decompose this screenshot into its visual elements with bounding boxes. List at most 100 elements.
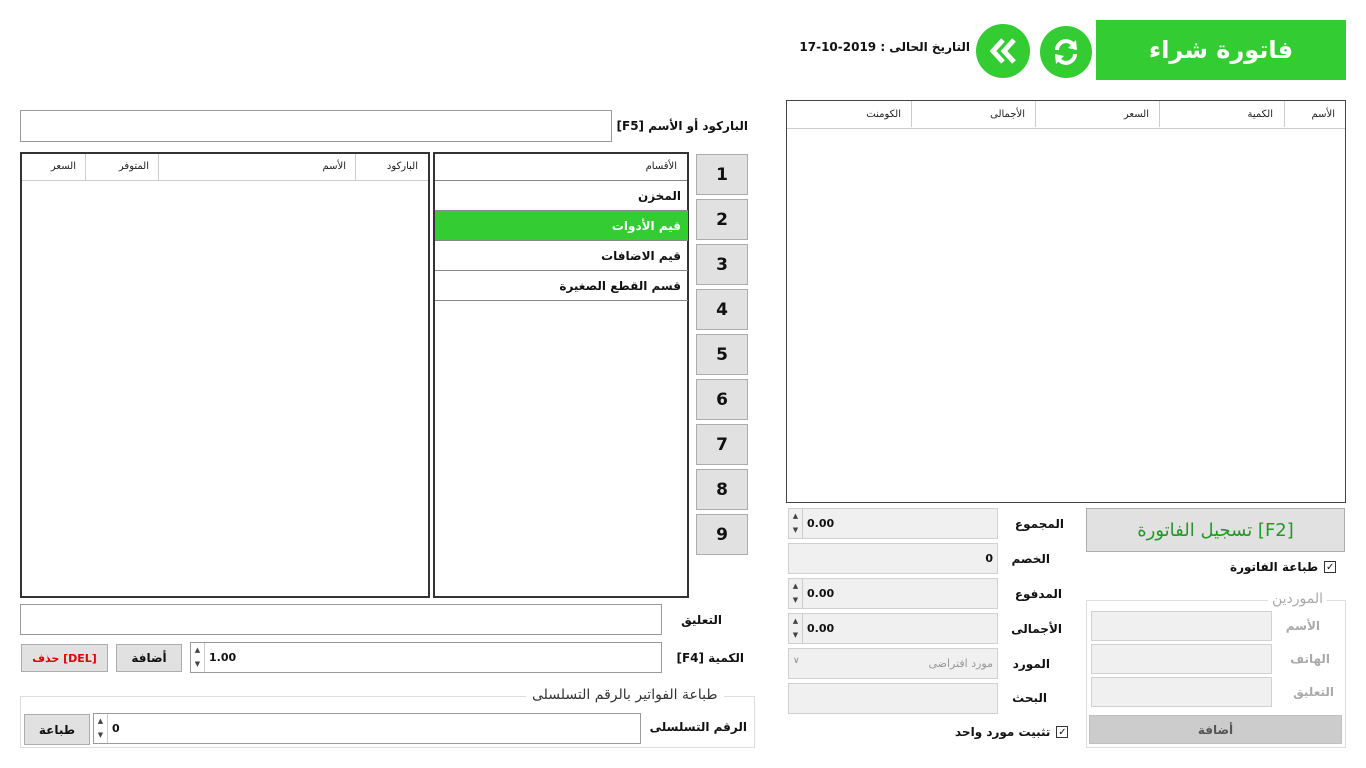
print-button[interactable]: طباعة xyxy=(24,714,90,745)
products-table[interactable]: الباركود الأسم المتوفر السعر xyxy=(20,152,430,598)
numpad-button-8[interactable]: 8 xyxy=(696,469,748,510)
discount-label: الخصم xyxy=(1011,552,1050,566)
category-label: المخزن xyxy=(637,188,681,203)
comment-label: التعليق xyxy=(681,613,722,627)
quantity-value: 1.00 xyxy=(209,651,237,664)
check-icon[interactable]: ✓ xyxy=(1056,726,1069,738)
spin-down-icon[interactable]: ▼ xyxy=(789,629,802,644)
col-price: السعر xyxy=(50,161,76,172)
numpad-button-6[interactable]: 6 xyxy=(696,379,748,420)
supplier-comment-label: التعليق xyxy=(1293,685,1334,699)
refresh-button[interactable] xyxy=(1040,26,1092,78)
col-price: السعر xyxy=(1123,109,1149,120)
spin-up-icon[interactable]: ▲ xyxy=(94,714,107,729)
register-invoice-button[interactable]: تسجيل الفاتورة [F2] xyxy=(1086,508,1345,552)
discount-field[interactable]: 0 xyxy=(788,543,998,574)
supplier-phone-label: الهاتف xyxy=(1290,652,1330,666)
supplier-value: مورد افتراضى xyxy=(928,657,993,670)
fix-supplier-label: تثبيت مورد واحد xyxy=(955,725,1051,739)
paid-label: المدفوع xyxy=(1014,587,1062,601)
numpad-button-5[interactable]: 5 xyxy=(696,334,748,375)
total-value: 0.00 xyxy=(807,622,835,635)
sum-spinner[interactable]: ▲ ▼ xyxy=(789,509,803,538)
discount-value: 0 xyxy=(985,552,993,565)
supplier-phone-input[interactable] xyxy=(1091,644,1272,674)
serial-label: الرقم التسلسلى xyxy=(649,720,747,734)
add-button[interactable]: أضافة xyxy=(116,644,182,672)
col-name: الأسم xyxy=(322,161,346,172)
invoice-table-header: الأسم الكمية السعر الأجمالى الكومنت xyxy=(787,101,1345,129)
categories-header-label: الأقسام xyxy=(645,161,677,172)
print-invoice-checkbox[interactable]: طباعة الفاتورة ✓ xyxy=(1230,560,1337,574)
print-invoice-label: طباعة الفاتورة xyxy=(1230,560,1319,574)
quantity-label: الكمية [F4] xyxy=(676,651,744,665)
quantity-spinner[interactable]: ▲ ▼ xyxy=(191,643,205,672)
serial-value: 0 xyxy=(112,722,120,735)
comment-input[interactable] xyxy=(20,604,662,635)
category-label: قيم الأدوات xyxy=(611,218,681,233)
double-chevron-left-icon xyxy=(989,38,1016,64)
page-title: فاتورة شراء xyxy=(1148,36,1294,64)
supplier-name-label: الأسم xyxy=(1285,619,1320,633)
category-label: قيم الاضافات xyxy=(601,248,681,263)
supplier-select[interactable]: ∨ مورد افتراضى xyxy=(788,648,998,679)
spin-up-icon[interactable]: ▲ xyxy=(789,579,802,594)
suppliers-legend: الموردين xyxy=(1268,591,1328,607)
spin-down-icon[interactable]: ▼ xyxy=(789,524,802,539)
numpad-button-7[interactable]: 7 xyxy=(696,424,748,465)
chevron-down-icon: ∨ xyxy=(793,656,800,666)
col-comment: الكومنت xyxy=(866,109,901,120)
products-table-header: الباركود الأسم المتوفر السعر xyxy=(22,154,428,181)
supplier-search-label: البحث xyxy=(1012,691,1047,705)
numpad-button-4[interactable]: 4 xyxy=(696,289,748,330)
total-label: الأجمالى xyxy=(1011,622,1062,636)
col-quantity: الكمية xyxy=(1247,109,1273,120)
sum-value: 0.00 xyxy=(807,517,835,530)
categories-header: الأقسام xyxy=(435,154,687,181)
supplier-label: المورد xyxy=(1012,657,1050,671)
supplier-add-button[interactable]: أضافة xyxy=(1089,715,1342,744)
back-button[interactable] xyxy=(976,24,1030,78)
numpad-button-9[interactable]: 9 xyxy=(696,514,748,555)
numpad-button-3[interactable]: 3 xyxy=(696,244,748,285)
fix-supplier-checkbox[interactable]: تثبيت مورد واحد ✓ xyxy=(955,725,1069,739)
numpad-button-2[interactable]: 2 xyxy=(696,199,748,240)
spin-up-icon[interactable]: ▲ xyxy=(789,509,802,524)
spin-up-icon[interactable]: ▲ xyxy=(191,643,204,658)
supplier-search-input[interactable] xyxy=(788,683,998,714)
check-icon[interactable]: ✓ xyxy=(1324,561,1337,573)
paid-spinner[interactable]: ▲ ▼ xyxy=(789,579,803,608)
invoice-table[interactable]: الأسم الكمية السعر الأجمالى الكومنت xyxy=(786,100,1346,503)
total-spinner[interactable]: ▲ ▼ xyxy=(789,614,803,643)
search-input[interactable] xyxy=(20,110,612,142)
category-label: قسم القطع الصغيرة xyxy=(559,278,681,293)
search-label: الباركود أو الأسم [F5] xyxy=(616,119,748,133)
categories-list[interactable]: الأقسام المخزن قيم الأدوات قيم الاضافات … xyxy=(433,152,689,598)
supplier-comment-input[interactable] xyxy=(1091,677,1272,707)
spin-down-icon[interactable]: ▼ xyxy=(191,658,204,673)
spin-down-icon[interactable]: ▼ xyxy=(789,594,802,609)
spin-down-icon[interactable]: ▼ xyxy=(94,729,107,744)
category-item[interactable]: المخزن xyxy=(435,181,688,211)
serial-stepper[interactable]: ▲ ▼ 0 xyxy=(93,713,641,744)
refresh-icon xyxy=(1055,39,1077,65)
paid-stepper[interactable]: ▲ ▼ 0.00 xyxy=(788,578,998,609)
spin-up-icon[interactable]: ▲ xyxy=(789,614,802,629)
current-date: التاريخ الحالى : 2019-10-17 xyxy=(799,40,970,54)
supplier-name-input[interactable] xyxy=(1091,611,1272,641)
category-item[interactable]: قسم القطع الصغيرة xyxy=(435,271,688,301)
col-barcode: الباركود xyxy=(386,161,418,172)
delete-button[interactable]: حذف [DEL] xyxy=(21,644,108,672)
total-stepper[interactable]: ▲ ▼ 0.00 xyxy=(788,613,998,644)
serial-spinner[interactable]: ▲ ▼ xyxy=(94,714,108,743)
serial-print-legend: طباعة الفواتير بالرقم التسلسلى xyxy=(526,687,724,703)
category-item-selected[interactable]: قيم الأدوات xyxy=(435,211,688,241)
numpad-button-1[interactable]: 1 xyxy=(696,154,748,195)
category-item[interactable]: قيم الاضافات xyxy=(435,241,688,271)
sum-stepper[interactable]: ▲ ▼ 0.00 xyxy=(788,508,998,539)
col-available: المتوفر xyxy=(118,161,149,172)
paid-value: 0.00 xyxy=(807,587,835,600)
quantity-stepper[interactable]: ▲ ▼ 1.00 xyxy=(190,642,662,673)
sum-label: المجموع xyxy=(1014,517,1064,531)
col-total: الأجمالى xyxy=(990,109,1025,120)
